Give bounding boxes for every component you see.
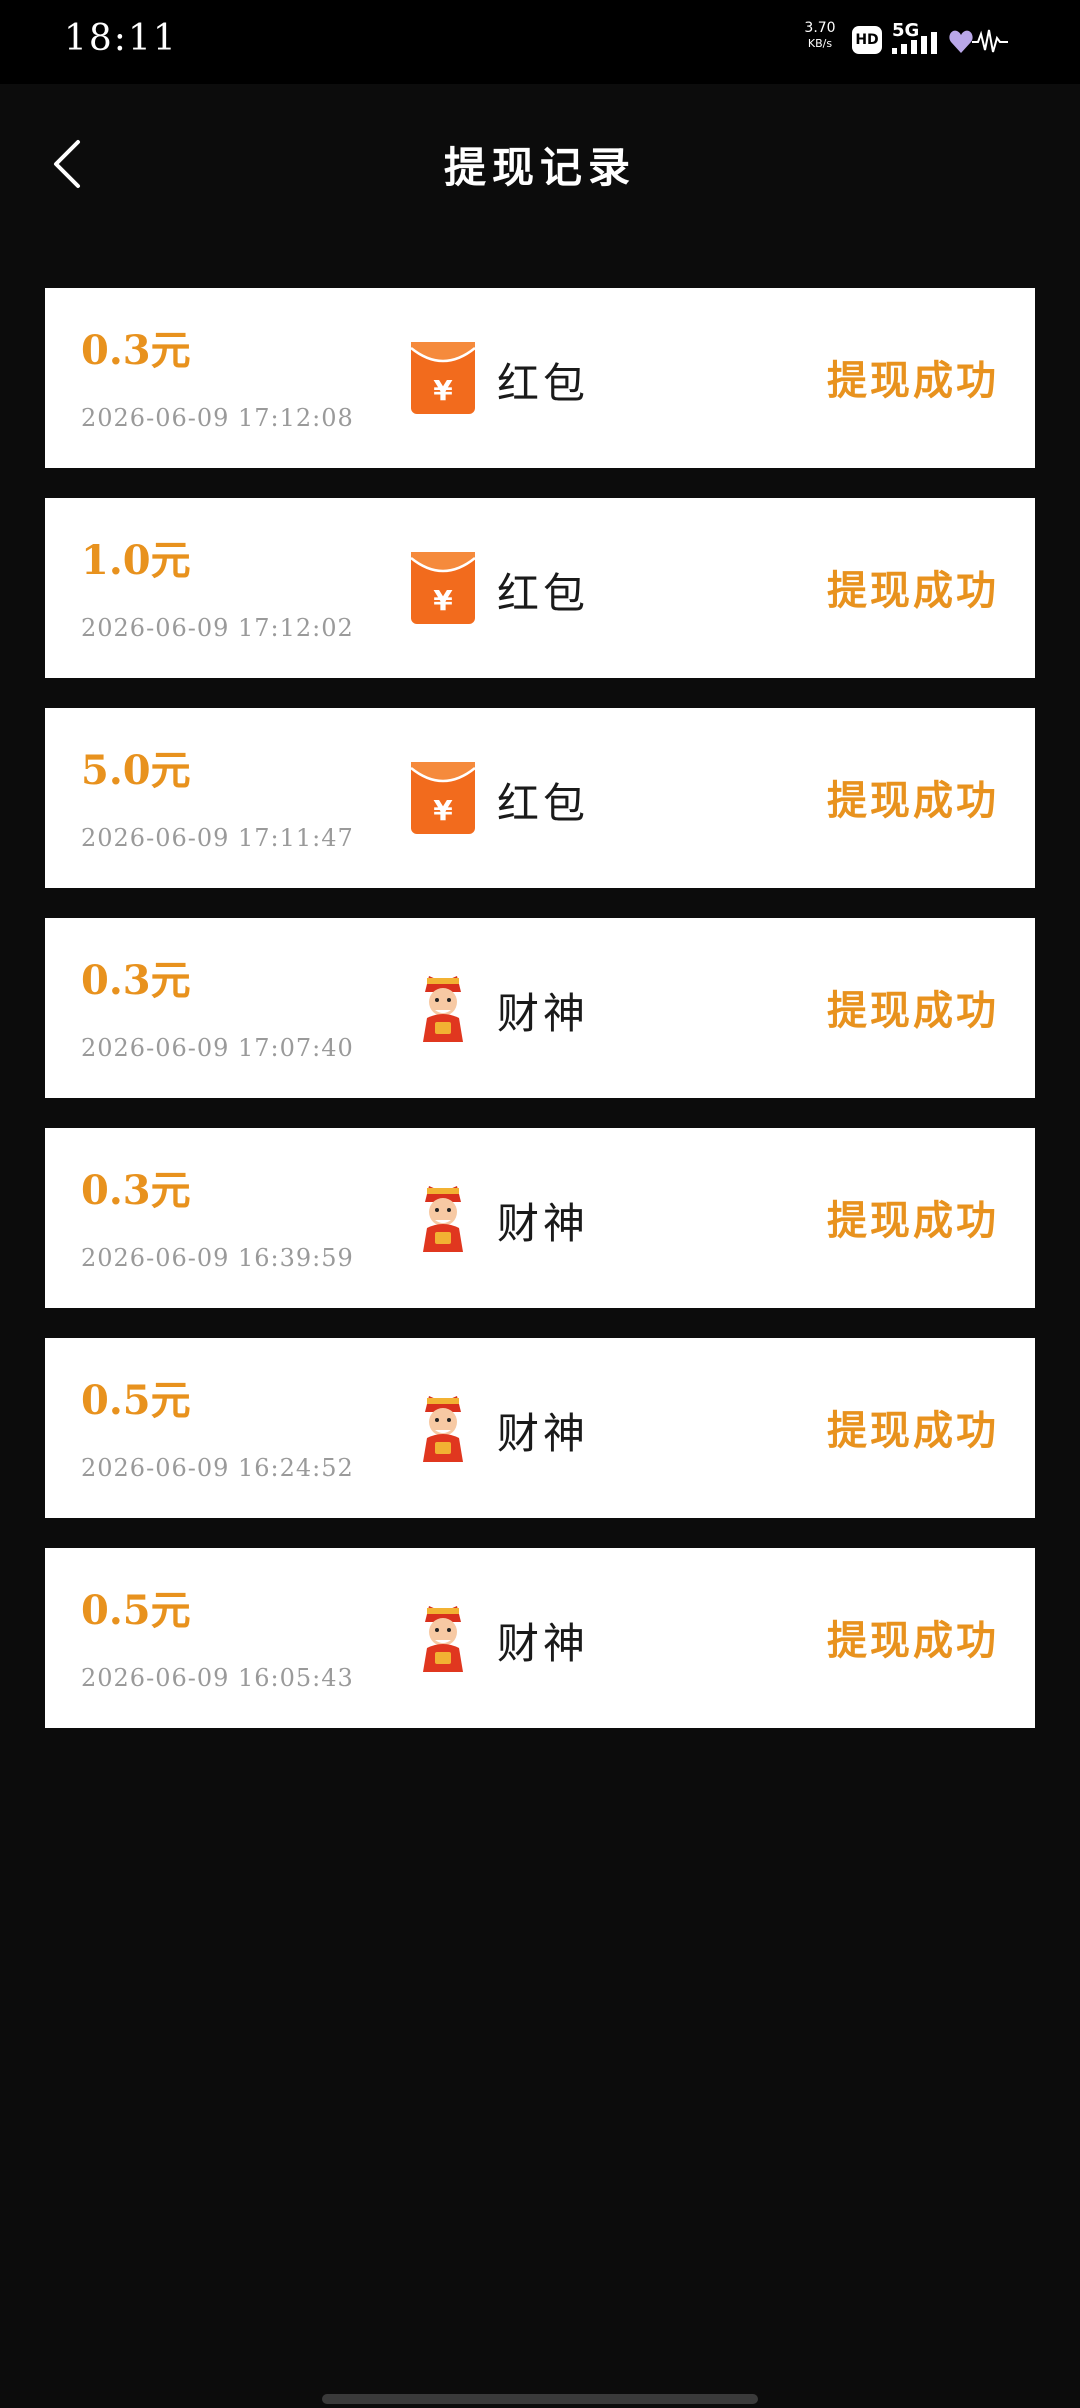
- status-bar: 18:11 3.70 KB/s HD 5G: [0, 0, 1080, 84]
- record-status: 提现成功: [827, 777, 999, 824]
- record-time: 2026-06-09 17:11:47: [81, 824, 354, 852]
- network-label: 5G: [892, 20, 920, 41]
- record-status: 提现成功: [827, 987, 999, 1034]
- record-list: 0.3元 2026-06-09 17:12:08 ¥ 红包 提现成功 1.0元 …: [45, 288, 1035, 1758]
- god-of-wealth-icon: [423, 976, 463, 1042]
- record-amount: 0.5元: [81, 1587, 191, 1634]
- net-speed-unit: KB/s: [807, 37, 833, 50]
- record-time: 2026-06-09 17:12:08: [81, 404, 354, 432]
- record-type: 红包: [497, 779, 590, 828]
- page-title: 提现记录: [443, 143, 636, 192]
- svg-text:¥: ¥: [433, 584, 453, 617]
- record-type: 财神: [497, 1409, 590, 1458]
- record-status: 提现成功: [827, 1197, 999, 1244]
- hd-badge: HD: [852, 26, 882, 54]
- heart-rate-icon: [949, 29, 1008, 53]
- record-card[interactable]: 0.5元 2026-06-09 16:24:52 财神 提现成功: [45, 1338, 1035, 1518]
- header: 提现记录: [0, 84, 1080, 244]
- status-time: 18:11: [64, 18, 178, 59]
- record-status: 提现成功: [827, 1617, 999, 1664]
- record-type: 财神: [497, 1199, 590, 1248]
- record-type: 红包: [497, 569, 590, 618]
- record-amount: 1.0元: [81, 537, 191, 584]
- net-speed-value: 3.70: [804, 20, 836, 36]
- record-card[interactable]: 5.0元 2026-06-09 17:11:47 ¥ 红包 提现成功: [45, 708, 1035, 888]
- record-type: 红包: [497, 359, 590, 408]
- god-of-wealth-icon: [423, 1396, 463, 1462]
- record-time: 2026-06-09 17:07:40: [81, 1034, 354, 1062]
- god-of-wealth-icon: [423, 1186, 463, 1252]
- red-envelope-icon: ¥: [410, 552, 476, 624]
- record-type: 财神: [497, 1619, 590, 1668]
- record-type: 财神: [497, 989, 590, 1038]
- record-amount: 0.3元: [81, 1167, 191, 1214]
- record-amount: 0.3元: [81, 957, 191, 1004]
- record-card[interactable]: 0.5元 2026-06-09 16:05:43 财神 提现成功: [45, 1548, 1035, 1728]
- record-status: 提现成功: [827, 567, 999, 614]
- record-amount: 0.3元: [81, 327, 191, 374]
- record-amount: 5.0元: [81, 747, 191, 794]
- record-time: 2026-06-09 16:24:52: [81, 1454, 354, 1482]
- svg-text:¥: ¥: [433, 794, 453, 827]
- record-amount: 0.5元: [81, 1377, 191, 1424]
- god-of-wealth-icon: [423, 1606, 463, 1672]
- record-card[interactable]: 1.0元 2026-06-09 17:12:02 ¥ 红包 提现成功: [45, 498, 1035, 678]
- home-indicator[interactable]: [322, 2394, 758, 2404]
- signal-5g-icon: 5G: [892, 20, 940, 58]
- svg-text:¥: ¥: [433, 374, 453, 407]
- record-card[interactable]: 0.3元 2026-06-09 16:39:59 财神 提现成功: [45, 1128, 1035, 1308]
- record-card[interactable]: 0.3元 2026-06-09 17:12:08 ¥ 红包 提现成功: [45, 288, 1035, 468]
- record-status: 提现成功: [827, 357, 999, 404]
- screen: 18:11 3.70 KB/s HD 5G 提现记录 0.3元 2026-06-…: [0, 0, 1080, 2408]
- net-speed: 3.70 KB/s: [800, 20, 840, 52]
- record-time: 2026-06-09 17:12:02: [81, 614, 354, 642]
- record-card[interactable]: 0.3元 2026-06-09 17:07:40 财神 提现成功: [45, 918, 1035, 1098]
- red-envelope-icon: ¥: [410, 342, 476, 414]
- record-status: 提现成功: [827, 1407, 999, 1454]
- record-time: 2026-06-09 16:39:59: [81, 1244, 354, 1272]
- record-time: 2026-06-09 16:05:43: [81, 1664, 354, 1692]
- red-envelope-icon: ¥: [410, 762, 476, 834]
